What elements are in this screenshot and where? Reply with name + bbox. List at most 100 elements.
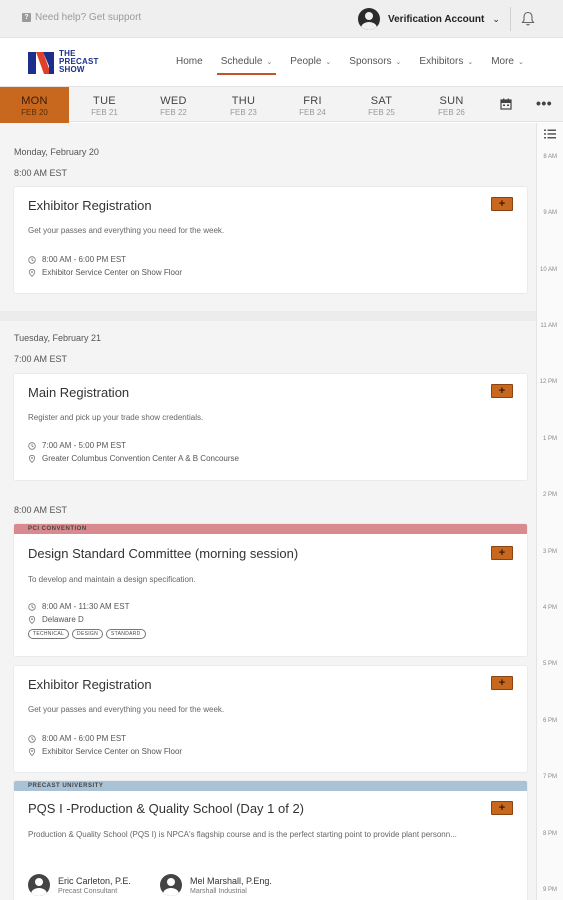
- day-tab-mon[interactable]: MON FEB 20: [0, 87, 69, 123]
- time-header: 8:00 AM EST: [14, 505, 68, 515]
- day-tab-wed[interactable]: WED FEB 22: [139, 87, 208, 123]
- nav-item-people[interactable]: People ⌄: [290, 56, 331, 67]
- timeline-hour[interactable]: 7 PM: [543, 774, 557, 780]
- day-tab-tue[interactable]: TUE FEB 21: [70, 87, 139, 123]
- logo-line: SHOW: [59, 65, 85, 74]
- timeline-hour[interactable]: 8 PM: [543, 831, 557, 837]
- day-name: FRI: [303, 95, 322, 107]
- nav-item-label: Exhibitors: [419, 56, 464, 67]
- session-card[interactable]: Main Registration + Register and pick up…: [14, 374, 527, 480]
- add-to-schedule-button[interactable]: +: [491, 197, 513, 211]
- session-card[interactable]: PCI CONVENTION Design Standard Committee…: [14, 524, 527, 656]
- nav-item-sponsors[interactable]: Sponsors ⌄: [349, 56, 401, 67]
- session-card[interactable]: Exhibitor Registration + Get your passes…: [14, 666, 527, 772]
- timeline-hour[interactable]: 8 AM: [543, 154, 557, 160]
- calendar-icon[interactable]: [500, 98, 512, 110]
- session-time-text: 7:00 AM - 5:00 PM EST: [42, 441, 127, 450]
- timeline-hour[interactable]: 11 AM: [540, 323, 557, 329]
- timeline-hour[interactable]: 9 PM: [543, 887, 557, 893]
- day-tab-sat[interactable]: SAT FEB 25: [347, 87, 416, 123]
- timeline-hour[interactable]: 12 PM: [540, 379, 557, 385]
- session-title: Exhibitor Registration: [28, 677, 152, 692]
- add-to-schedule-button[interactable]: +: [491, 676, 513, 690]
- session-title: PQS I -Production & Quality School (Day …: [28, 801, 305, 816]
- timeline-hour[interactable]: 3 PM: [543, 549, 557, 555]
- map-pin-icon: [28, 268, 36, 277]
- nav-item-label: Schedule: [220, 56, 263, 67]
- timeline-hour[interactable]: 6 PM: [543, 718, 557, 724]
- day-name: THU: [231, 95, 256, 107]
- time-scrubber[interactable]: 8 AM 9 AM 10 AM 11 AM 12 PM 1 PM 2 PM 3 …: [536, 123, 563, 900]
- date-header: Tuesday, February 21: [14, 333, 102, 343]
- user-avatar-icon: [358, 8, 380, 30]
- list-view-icon[interactable]: [544, 129, 556, 139]
- timeline-hour[interactable]: 2 PM: [543, 492, 557, 498]
- chevron-down-icon: ⌄: [517, 58, 524, 66]
- session-location-text: Delaware D: [42, 615, 84, 624]
- time-header: 7:00 AM EST: [14, 354, 68, 364]
- session-time-text: 8:00 AM - 11:30 AM EST: [42, 602, 130, 611]
- add-to-schedule-button[interactable]: +: [491, 384, 513, 398]
- help-icon: ?: [22, 13, 31, 22]
- speaker[interactable]: Mel Marshall, P.Eng. Marshall Industrial: [160, 874, 272, 896]
- session-card[interactable]: PRECAST UNIVERSITY PQS I -Production & Q…: [14, 781, 527, 900]
- main-navigation: THE PRECAST SHOW Home Schedule ⌄ People …: [0, 38, 563, 86]
- session-time-text: 8:00 AM - 6:00 PM EST: [42, 734, 127, 743]
- session-card[interactable]: Exhibitor Registration + Get your passes…: [14, 187, 527, 293]
- clock-icon: [28, 441, 36, 450]
- timeline-hour[interactable]: 9 AM: [543, 210, 557, 216]
- timeline-hour[interactable]: 1 PM: [543, 436, 557, 442]
- session-description: Get your passes and everything you need …: [28, 705, 225, 714]
- nav-item-home[interactable]: Home: [176, 56, 203, 67]
- session-location: Delaware D: [28, 615, 84, 624]
- speaker-name: Mel Marshall, P.Eng.: [190, 876, 272, 886]
- session-time: 8:00 AM - 6:00 PM EST: [28, 734, 126, 743]
- notification-bell-icon[interactable]: [521, 11, 535, 27]
- topic-tag[interactable]: STANDARD: [106, 629, 146, 639]
- nav-item-more[interactable]: More ⌄: [491, 56, 524, 67]
- day-tab-fri[interactable]: FRI FEB 24: [278, 87, 347, 123]
- support-link-label: Need help? Get support: [35, 12, 142, 23]
- session-time-text: 8:00 AM - 6:00 PM EST: [42, 255, 127, 264]
- support-link[interactable]: ? Need help? Get support: [22, 12, 141, 23]
- timeline-hour[interactable]: 5 PM: [543, 661, 557, 667]
- nav-item-label: Sponsors: [349, 56, 392, 67]
- timeline-hour[interactable]: 10 AM: [540, 267, 557, 273]
- day-date: FEB 20: [21, 108, 48, 117]
- day-date: FEB 21: [91, 108, 118, 117]
- topic-tag[interactable]: TECHNICAL: [28, 629, 70, 639]
- nav-item-schedule[interactable]: Schedule ⌄: [216, 56, 276, 75]
- precast-show-logo[interactable]: THE PRECAST SHOW: [27, 48, 99, 76]
- speaker-name: Eric Carleton, P.E.: [58, 876, 131, 886]
- day-date: FEB 25: [368, 108, 395, 117]
- day-name: WED: [160, 95, 187, 107]
- session-time: 8:00 AM - 6:00 PM EST: [28, 255, 126, 264]
- day-name: SUN: [439, 95, 464, 107]
- clock-icon: [28, 734, 36, 743]
- day-date: FEB 23: [230, 108, 257, 117]
- day-tab-thu[interactable]: THU FEB 23: [209, 87, 278, 123]
- day-name: MON: [21, 95, 48, 107]
- nav-item-exhibitors[interactable]: Exhibitors ⌄: [419, 56, 473, 67]
- topic-tags: TECHNICAL DESIGN STANDARD: [28, 629, 146, 639]
- divider: [510, 7, 511, 31]
- session-location-text: Exhibitor Service Center on Show Floor: [42, 268, 183, 277]
- add-to-schedule-button[interactable]: +: [491, 801, 513, 815]
- more-options-icon[interactable]: •••: [536, 95, 552, 111]
- chevron-down-icon: ⌄: [467, 58, 474, 66]
- speaker-avatar-icon: [28, 874, 50, 896]
- session-title: Exhibitor Registration: [28, 198, 152, 213]
- nav-item-label: More: [491, 56, 514, 67]
- speaker[interactable]: Eric Carleton, P.E. Precast Consultant: [28, 874, 131, 896]
- add-to-schedule-button[interactable]: +: [491, 546, 513, 560]
- topic-tag[interactable]: DESIGN: [72, 629, 104, 639]
- schedule-list[interactable]: Monday, February 20 8:00 AM EST Exhibito…: [0, 123, 536, 900]
- session-location: Exhibitor Service Center on Show Floor: [28, 268, 182, 277]
- account-menu[interactable]: Verification Account ⌄: [358, 8, 500, 30]
- session-title: Main Registration: [28, 385, 130, 400]
- day-name: SAT: [370, 95, 393, 107]
- day-tab-sun[interactable]: SUN FEB 26: [417, 87, 486, 123]
- day-date: FEB 26: [438, 108, 465, 117]
- timeline-hour[interactable]: 4 PM: [543, 605, 557, 611]
- nav-item-label: Home: [176, 56, 203, 67]
